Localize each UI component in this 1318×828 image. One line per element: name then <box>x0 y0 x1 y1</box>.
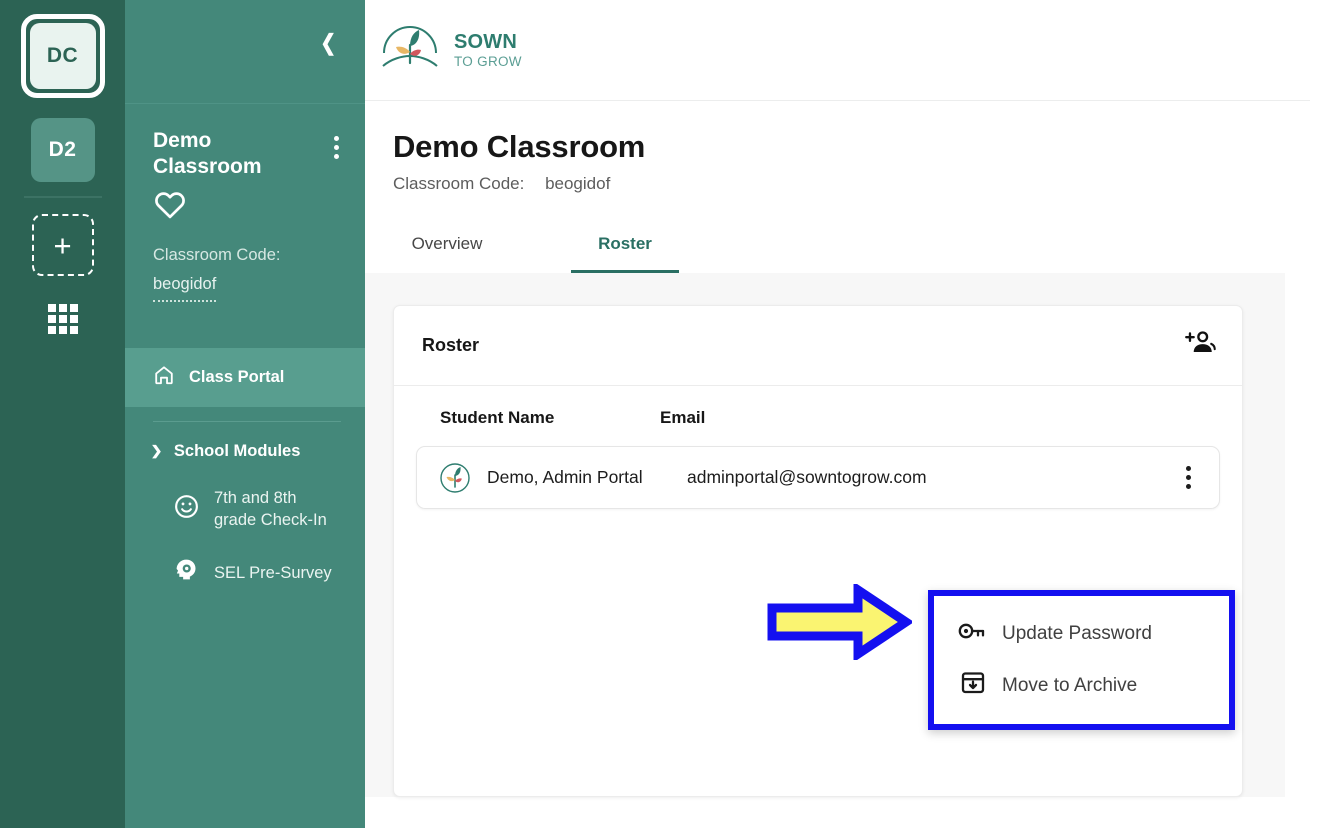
sidebar-top-bar: ❮ <box>125 0 365 104</box>
sidebar-group-label: School Modules <box>173 441 301 460</box>
grid-apps-icon[interactable] <box>47 304 78 334</box>
archive-down-icon <box>958 670 988 702</box>
sidebar-code-label: Classroom Code: <box>153 245 281 264</box>
sidebar-header: Demo Classroom Classroom Code: beogidof <box>125 104 365 302</box>
chevron-left-icon[interactable]: ❮ <box>320 32 336 54</box>
roster-card-title: Roster <box>422 335 480 355</box>
sidebar-module-sel-presurvey-label: SEL Pre-Survey <box>214 563 332 582</box>
column-header-student-name: Student Name <box>440 408 555 427</box>
head-gear-icon <box>173 556 200 590</box>
row-context-menu: Update Password Move to Archive <box>928 590 1235 730</box>
row-student-email: adminportal@sowntogrow.com <box>687 467 927 487</box>
menu-item-move-to-archive-label: Move to Archive <box>1002 675 1138 696</box>
roster-table-header: Student Name Email <box>394 386 1242 446</box>
page-title: Demo Classroom <box>393 129 646 164</box>
logo-line-1: SOWN <box>454 30 518 53</box>
yellow-right-arrow-annotation <box>766 581 915 663</box>
sidebar-classroom-code: Classroom Code: beogidof <box>153 241 345 302</box>
menu-item-update-password-label: Update Password <box>1002 623 1152 644</box>
sidebar-divider <box>153 420 341 422</box>
row-student-name: Demo, Admin Portal <box>487 467 643 487</box>
sidebar-module-checkin-label: 7th and 8th grade Check-In <box>214 488 327 530</box>
rail-divider <box>23 196 102 198</box>
logo-line-2: TO GROW <box>454 53 522 69</box>
sidebar-item-class-portal[interactable]: Class Portal <box>125 347 365 407</box>
page-tabs: Overview Roster <box>365 224 1318 273</box>
home-icon <box>153 364 175 391</box>
sidebar-group-school-modules[interactable]: ❯ School Modules <box>125 428 365 475</box>
school-avatar-d2[interactable]: D2 <box>30 118 95 182</box>
add-person-icon[interactable] <box>1182 328 1216 363</box>
sown-to-grow-avatar-icon <box>439 462 471 494</box>
app-root: DC D2 + ❮ Demo Classroom Classroom Code:… <box>0 0 1318 828</box>
heart-outline-icon[interactable] <box>153 189 187 219</box>
sown-to-grow-logo-icon <box>377 19 443 82</box>
sidebar-code-value[interactable]: beogidof <box>153 270 217 302</box>
school-rail: DC D2 + <box>0 0 125 828</box>
tab-overview[interactable]: Overview <box>393 224 501 273</box>
row-kebab-menu-icon[interactable] <box>1176 460 1201 495</box>
app-topbar: SOWN TO GROW <box>365 0 1310 101</box>
classroom-sidebar: ❮ Demo Classroom Classroom Code: beogido… <box>125 0 365 828</box>
key-icon <box>958 619 988 649</box>
table-row[interactable]: Demo, Admin Portal adminportal@sowntogro… <box>416 446 1220 509</box>
sidebar-module-checkin[interactable]: 7th and 8th grade Check-In <box>125 475 365 545</box>
sidebar-module-sel-presurvey[interactable]: SEL Pre-Survey <box>125 544 365 602</box>
school-avatar-dc[interactable]: DC <box>20 14 105 98</box>
tab-roster[interactable]: Roster <box>571 224 679 273</box>
page-header: Demo Classroom Classroom Code: beogidof <box>365 101 1318 194</box>
brand-logo[interactable]: SOWN TO GROW <box>377 19 522 82</box>
smiley-face-icon <box>173 493 200 527</box>
classroom-name: Demo Classroom <box>153 129 262 179</box>
page-code-value: beogidof <box>545 174 611 193</box>
classroom-kebab-menu-icon[interactable] <box>328 128 345 167</box>
roster-rows: Demo, Admin Portal adminportal@sowntogro… <box>394 446 1242 509</box>
school-avatar-dc-label: DC <box>29 23 96 89</box>
menu-item-update-password[interactable]: Update Password <box>934 608 1229 660</box>
page-classroom-code: Classroom Code: beogidof <box>393 174 1318 194</box>
add-classroom-button[interactable]: + <box>31 214 94 276</box>
menu-item-move-to-archive[interactable]: Move to Archive <box>934 660 1229 712</box>
roster-card-header: Roster <box>394 306 1242 386</box>
chevron-down-icon: ❯ <box>150 443 163 459</box>
sidebar-item-class-portal-label: Class Portal <box>189 367 285 386</box>
column-header-email: Email <box>660 408 706 427</box>
page-code-label: Classroom Code: <box>393 174 525 193</box>
